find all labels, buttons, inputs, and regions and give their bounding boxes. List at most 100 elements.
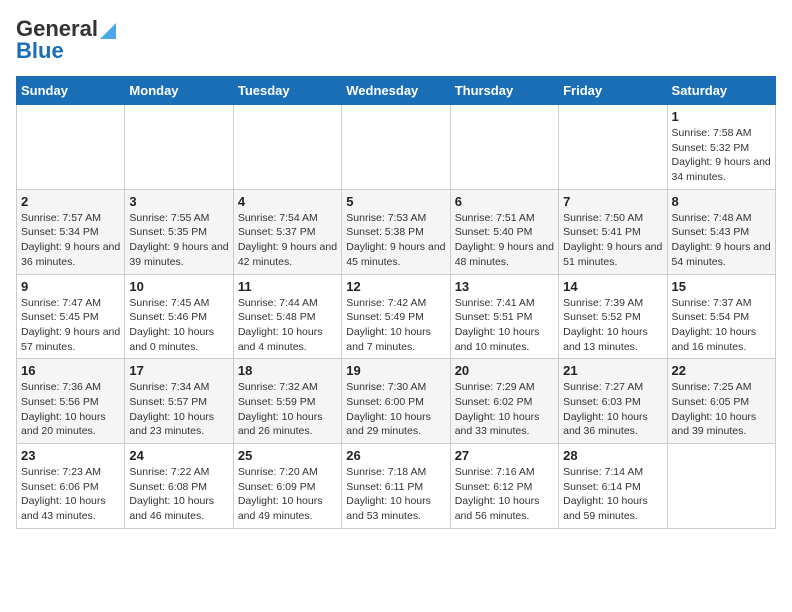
calendar-cell: 14 Sunrise: 7:39 AM Sunset: 5:52 PM Dayli… xyxy=(559,274,667,359)
day-info: Sunrise: 7:20 AM Sunset: 6:09 PM Dayligh… xyxy=(238,465,337,524)
day-number: 9 xyxy=(21,279,120,294)
calendar-cell: 5Sunrise: 7:53 AM Sunset: 5:38 PM Daylig… xyxy=(342,189,450,274)
calendar-cell: 15 Sunrise: 7:37 AM Sunset: 5:54 PM Dayli… xyxy=(667,274,775,359)
day-number: 28 xyxy=(563,448,662,463)
logo-icon xyxy=(100,19,116,39)
day-number: 16 xyxy=(21,363,120,378)
weekday-header-saturday: Saturday xyxy=(667,77,775,105)
calendar-cell: 12 Sunrise: 7:42 AM Sunset: 5:49 PM Dayli… xyxy=(342,274,450,359)
calendar-header-row: SundayMondayTuesdayWednesdayThursdayFrid… xyxy=(17,77,776,105)
logo: General Blue xyxy=(16,16,116,64)
weekday-header-wednesday: Wednesday xyxy=(342,77,450,105)
day-info: Sunrise: 7:32 AM Sunset: 5:59 PM Dayligh… xyxy=(238,380,337,439)
day-number: 11 xyxy=(238,279,337,294)
calendar-cell xyxy=(233,105,341,190)
day-info: Sunrise: 7:54 AM Sunset: 5:37 PM Dayligh… xyxy=(238,211,337,270)
day-number: 4 xyxy=(238,194,337,209)
day-info: Sunrise: 7:14 AM Sunset: 6:14 PM Dayligh… xyxy=(563,465,662,524)
calendar-cell: 19Sunrise: 7:30 AM Sunset: 6:00 PM Dayli… xyxy=(342,359,450,444)
calendar-cell xyxy=(559,105,667,190)
calendar-cell: 24 Sunrise: 7:22 AM Sunset: 6:08 PM Dayli… xyxy=(125,444,233,529)
day-number: 7 xyxy=(563,194,662,209)
weekday-header-thursday: Thursday xyxy=(450,77,558,105)
calendar-cell: 21 Sunrise: 7:27 AM Sunset: 6:03 PM Dayli… xyxy=(559,359,667,444)
day-info: Sunrise: 7:39 AM Sunset: 5:52 PM Dayligh… xyxy=(563,296,662,355)
calendar-cell: 8 Sunrise: 7:48 AM Sunset: 5:43 PM Daylig… xyxy=(667,189,775,274)
calendar-week-row: 2Sunrise: 7:57 AM Sunset: 5:34 PM Daylig… xyxy=(17,189,776,274)
calendar-cell: 23Sunrise: 7:23 AM Sunset: 6:06 PM Dayli… xyxy=(17,444,125,529)
calendar-cell: 7Sunrise: 7:50 AM Sunset: 5:41 PM Daylig… xyxy=(559,189,667,274)
calendar-week-row: 16 Sunrise: 7:36 AM Sunset: 5:56 PM Dayli… xyxy=(17,359,776,444)
calendar-cell: 1 Sunrise: 7:58 AM Sunset: 5:32 PM Daylig… xyxy=(667,105,775,190)
calendar-cell: 18 Sunrise: 7:32 AM Sunset: 5:59 PM Dayli… xyxy=(233,359,341,444)
day-number: 1 xyxy=(672,109,771,124)
day-number: 24 xyxy=(129,448,228,463)
day-info: Sunrise: 7:57 AM Sunset: 5:34 PM Dayligh… xyxy=(21,211,120,270)
calendar-cell: 27 Sunrise: 7:16 AM Sunset: 6:12 PM Dayli… xyxy=(450,444,558,529)
day-number: 27 xyxy=(455,448,554,463)
calendar-week-row: 23Sunrise: 7:23 AM Sunset: 6:06 PM Dayli… xyxy=(17,444,776,529)
day-info: Sunrise: 7:51 AM Sunset: 5:40 PM Dayligh… xyxy=(455,211,554,270)
day-info: Sunrise: 7:27 AM Sunset: 6:03 PM Dayligh… xyxy=(563,380,662,439)
day-info: Sunrise: 7:42 AM Sunset: 5:49 PM Dayligh… xyxy=(346,296,445,355)
calendar-cell: 25 Sunrise: 7:20 AM Sunset: 6:09 PM Dayli… xyxy=(233,444,341,529)
day-info: Sunrise: 7:18 AM Sunset: 6:11 PM Dayligh… xyxy=(346,465,445,524)
day-number: 25 xyxy=(238,448,337,463)
day-info: Sunrise: 7:45 AM Sunset: 5:46 PM Dayligh… xyxy=(129,296,228,355)
day-info: Sunrise: 7:25 AM Sunset: 6:05 PM Dayligh… xyxy=(672,380,771,439)
calendar-cell xyxy=(450,105,558,190)
calendar-cell: 13 Sunrise: 7:41 AM Sunset: 5:51 PM Dayli… xyxy=(450,274,558,359)
weekday-header-tuesday: Tuesday xyxy=(233,77,341,105)
calendar-cell: 6 Sunrise: 7:51 AM Sunset: 5:40 PM Daylig… xyxy=(450,189,558,274)
day-info: Sunrise: 7:16 AM Sunset: 6:12 PM Dayligh… xyxy=(455,465,554,524)
day-info: Sunrise: 7:41 AM Sunset: 5:51 PM Dayligh… xyxy=(455,296,554,355)
day-number: 5 xyxy=(346,194,445,209)
day-number: 21 xyxy=(563,363,662,378)
day-info: Sunrise: 7:55 AM Sunset: 5:35 PM Dayligh… xyxy=(129,211,228,270)
weekday-header-friday: Friday xyxy=(559,77,667,105)
day-info: Sunrise: 7:37 AM Sunset: 5:54 PM Dayligh… xyxy=(672,296,771,355)
day-number: 17 xyxy=(129,363,228,378)
calendar-cell: 11 Sunrise: 7:44 AM Sunset: 5:48 PM Dayli… xyxy=(233,274,341,359)
day-number: 8 xyxy=(672,194,771,209)
day-number: 26 xyxy=(346,448,445,463)
day-info: Sunrise: 7:30 AM Sunset: 6:00 PM Dayligh… xyxy=(346,380,445,439)
day-number: 18 xyxy=(238,363,337,378)
day-number: 12 xyxy=(346,279,445,294)
day-number: 22 xyxy=(672,363,771,378)
calendar-cell: 26 Sunrise: 7:18 AM Sunset: 6:11 PM Dayli… xyxy=(342,444,450,529)
calendar-cell: 22 Sunrise: 7:25 AM Sunset: 6:05 PM Dayli… xyxy=(667,359,775,444)
calendar-week-row: 1 Sunrise: 7:58 AM Sunset: 5:32 PM Daylig… xyxy=(17,105,776,190)
day-info: Sunrise: 7:44 AM Sunset: 5:48 PM Dayligh… xyxy=(238,296,337,355)
day-info: Sunrise: 7:36 AM Sunset: 5:56 PM Dayligh… xyxy=(21,380,120,439)
day-number: 13 xyxy=(455,279,554,294)
day-info: Sunrise: 7:58 AM Sunset: 5:32 PM Dayligh… xyxy=(672,126,771,185)
day-number: 20 xyxy=(455,363,554,378)
calendar-cell xyxy=(342,105,450,190)
day-number: 3 xyxy=(129,194,228,209)
calendar-cell xyxy=(667,444,775,529)
weekday-header-sunday: Sunday xyxy=(17,77,125,105)
calendar-week-row: 9Sunrise: 7:47 AM Sunset: 5:45 PM Daylig… xyxy=(17,274,776,359)
calendar-cell: 28 Sunrise: 7:14 AM Sunset: 6:14 PM Dayli… xyxy=(559,444,667,529)
calendar-cell: 2Sunrise: 7:57 AM Sunset: 5:34 PM Daylig… xyxy=(17,189,125,274)
day-number: 15 xyxy=(672,279,771,294)
day-number: 14 xyxy=(563,279,662,294)
calendar-cell: 20 Sunrise: 7:29 AM Sunset: 6:02 PM Dayli… xyxy=(450,359,558,444)
day-info: Sunrise: 7:29 AM Sunset: 6:02 PM Dayligh… xyxy=(455,380,554,439)
calendar-table: SundayMondayTuesdayWednesdayThursdayFrid… xyxy=(16,76,776,529)
weekday-header-monday: Monday xyxy=(125,77,233,105)
page-header: General Blue xyxy=(16,16,776,64)
calendar-cell xyxy=(125,105,233,190)
calendar-cell: 9Sunrise: 7:47 AM Sunset: 5:45 PM Daylig… xyxy=(17,274,125,359)
calendar-cell: 10 Sunrise: 7:45 AM Sunset: 5:46 PM Dayli… xyxy=(125,274,233,359)
day-info: Sunrise: 7:48 AM Sunset: 5:43 PM Dayligh… xyxy=(672,211,771,270)
calendar-cell: 16 Sunrise: 7:36 AM Sunset: 5:56 PM Dayli… xyxy=(17,359,125,444)
day-number: 6 xyxy=(455,194,554,209)
calendar-cell xyxy=(17,105,125,190)
calendar-cell: 3 Sunrise: 7:55 AM Sunset: 5:35 PM Daylig… xyxy=(125,189,233,274)
day-number: 10 xyxy=(129,279,228,294)
day-info: Sunrise: 7:23 AM Sunset: 6:06 PM Dayligh… xyxy=(21,465,120,524)
day-info: Sunrise: 7:22 AM Sunset: 6:08 PM Dayligh… xyxy=(129,465,228,524)
day-info: Sunrise: 7:34 AM Sunset: 5:57 PM Dayligh… xyxy=(129,380,228,439)
